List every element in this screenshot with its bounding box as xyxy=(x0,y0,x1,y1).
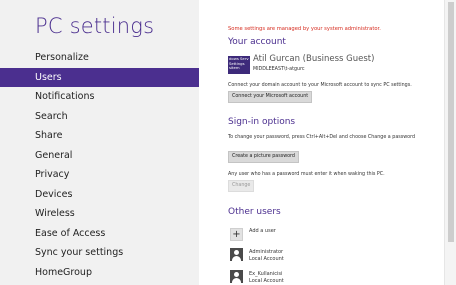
change-password-description: To change your password, press Ctrl+Alt+… xyxy=(228,135,416,140)
admin-warning: Some settings are managed by your system… xyxy=(228,26,381,32)
waking-description: Any user who has a password must enter i… xyxy=(228,172,385,177)
nav-item-general[interactable]: General xyxy=(0,146,199,166)
vertical-scrollbar[interactable] xyxy=(444,0,456,285)
settings-nav-pane: PC settings Personalize Users Notificati… xyxy=(0,0,199,285)
scrollbar-thumb[interactable] xyxy=(448,2,454,242)
page-title: PC settings xyxy=(35,14,155,38)
sign-in-options-heading: Sign-in options xyxy=(228,117,296,127)
nav-item-sync-settings[interactable]: Sync your settings xyxy=(0,243,199,263)
user-avatar-icon xyxy=(230,270,243,283)
nav-item-share[interactable]: Share xyxy=(0,126,199,146)
other-users-heading: Other users xyxy=(228,207,281,217)
user-account-type: Local Account xyxy=(249,256,284,262)
nav-item-devices[interactable]: Devices xyxy=(0,185,199,205)
change-button[interactable]: Change xyxy=(228,180,255,192)
add-user-label[interactable]: Add a user xyxy=(249,228,276,234)
create-picture-password-button[interactable]: Create a picture password xyxy=(228,151,299,163)
account-avatar: dows Serv Settings sitem xyxy=(228,56,250,74)
add-user-icon[interactable]: + xyxy=(230,228,243,241)
nav-item-users[interactable]: Users xyxy=(0,67,199,87)
user-name[interactable]: Administrator xyxy=(249,249,283,255)
user-name[interactable]: Ex_Kullanicisi xyxy=(249,271,282,277)
nav-item-search[interactable]: Search xyxy=(0,107,199,127)
nav-item-notifications[interactable]: Notifications xyxy=(0,87,199,107)
connect-microsoft-account-button[interactable]: Connect your Microsoft account xyxy=(228,91,313,103)
your-account-heading: Your account xyxy=(228,37,286,47)
nav-item-wireless[interactable]: Wireless xyxy=(0,204,199,224)
account-name: Atil Gurcan (Business Guest) xyxy=(253,54,375,64)
user-account-type: Local Account xyxy=(249,278,284,284)
connect-description: Connect your domain account to your Micr… xyxy=(228,83,412,88)
nav-list: Personalize Users Notifications Search S… xyxy=(0,48,199,282)
nav-item-ease-of-access[interactable]: Ease of Access xyxy=(0,224,199,244)
settings-content: Some settings are managed by your system… xyxy=(199,0,445,285)
nav-item-personalize[interactable]: Personalize xyxy=(0,48,199,68)
user-avatar-icon xyxy=(230,248,243,261)
nav-item-homegroup[interactable]: HomeGroup xyxy=(0,263,199,283)
nav-item-privacy[interactable]: Privacy xyxy=(0,165,199,185)
account-domain: MIDDLEEAST\t-atgurc xyxy=(253,67,305,72)
